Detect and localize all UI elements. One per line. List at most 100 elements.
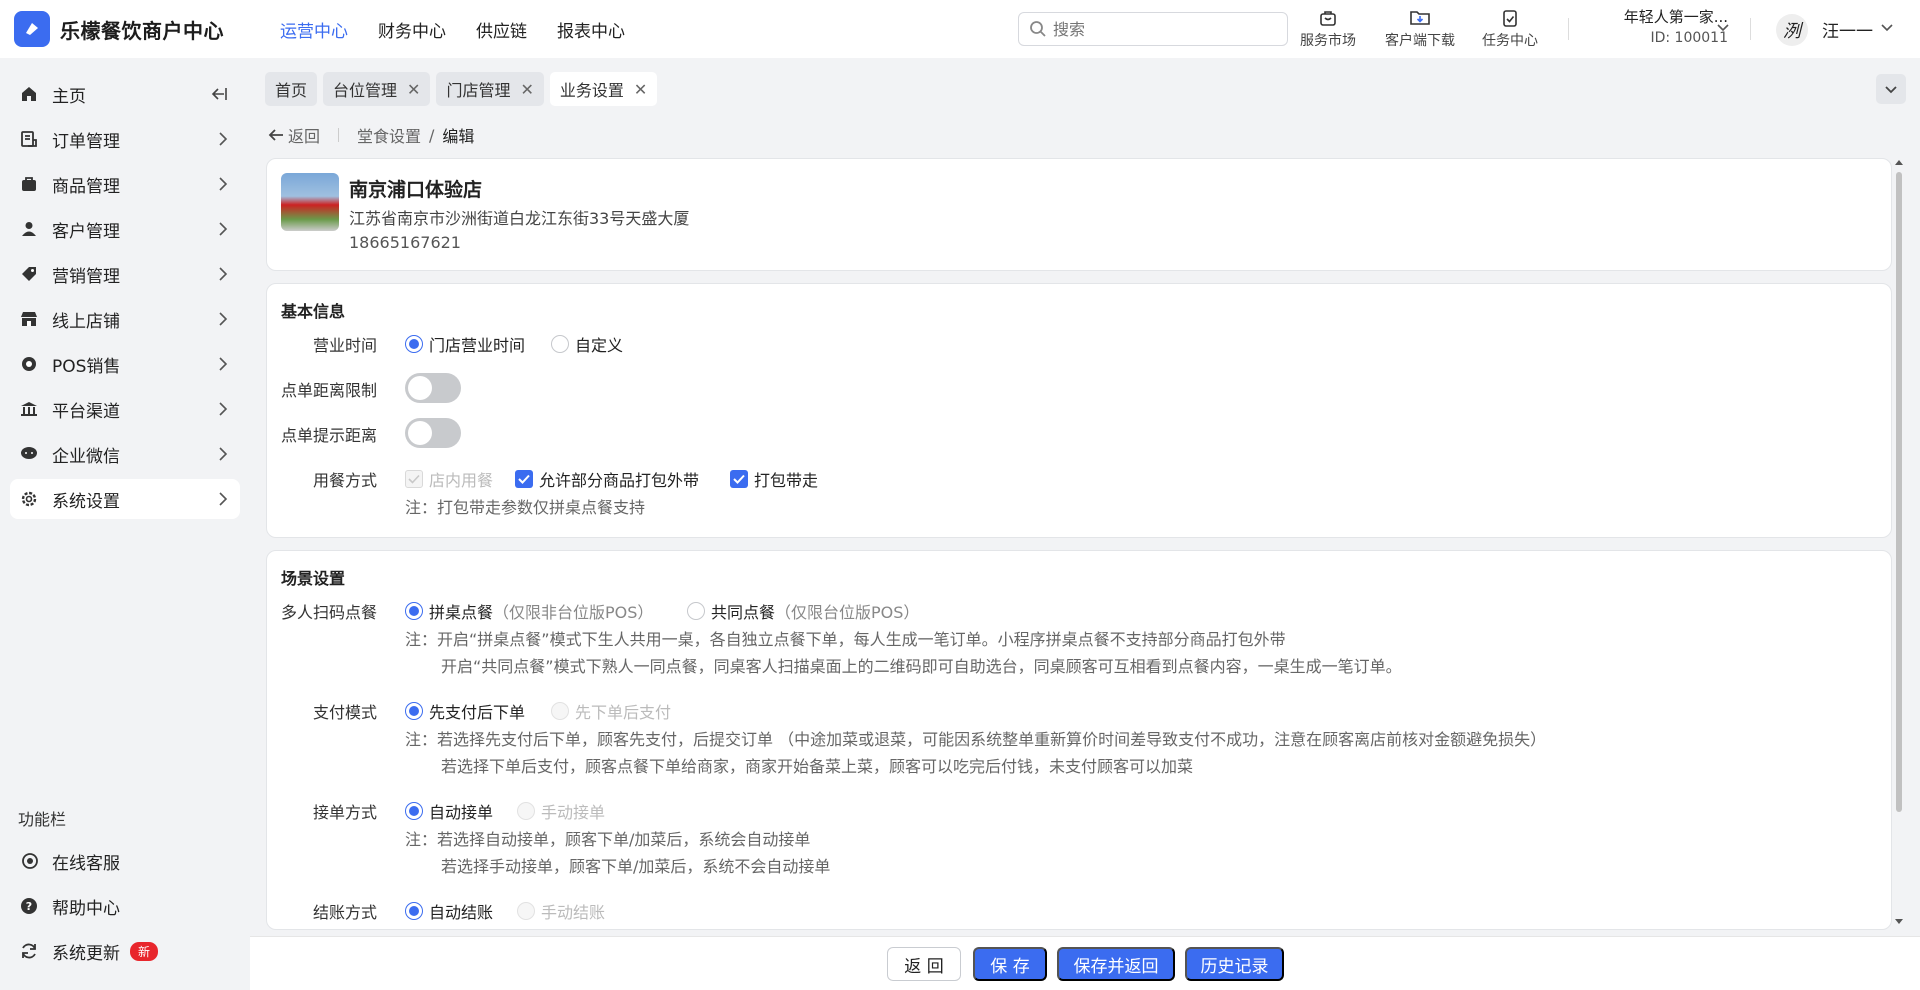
topnav-operations[interactable]: 运营中心 [280,17,348,42]
sidebar-item-marketing[interactable]: 营销管理 [10,254,240,294]
sidebar-item-pos[interactable]: POS销售 [10,344,240,384]
chevron-down-icon [1885,86,1897,94]
user-icon [20,220,42,238]
sidebar-item-customers[interactable]: 客户管理 [10,209,240,249]
tab-store-management[interactable]: 门店管理 ✕ [436,72,544,106]
breadcrumb-parent[interactable]: 堂食设置 [357,123,421,147]
home-icon [20,85,42,103]
hours-store-radio[interactable]: 门店营业时间 [405,332,525,356]
takeaway-checkbox[interactable]: 打包带走 [730,467,818,491]
dining-note: 注：打包带走参数仅拼桌点餐支持 [405,498,646,517]
sidebar-item-help[interactable]: ? 帮助中心 [10,886,240,926]
function-bar-title: 功能栏 [18,810,67,829]
dine-in-checkbox[interactable]: 店内用餐 [405,467,493,491]
group-order-radio[interactable]: 共同点餐 （仅限台位版POS） [687,599,919,623]
close-icon[interactable]: ✕ [634,80,647,99]
tab-table-management[interactable]: 台位管理 ✕ [323,72,431,106]
chevron-right-icon [219,357,228,371]
account-id: ID: 100011 [1650,30,1728,46]
logo-icon [14,11,50,47]
sidebar-item-orders[interactable]: 订单管理 [10,119,240,159]
basic-info-card: 基本信息 营业时间 门店营业时间 自定义 点单距离限制 点单提示距离 用餐方式 … [266,283,1892,538]
account-name: 年轻人第一家... [1623,8,1728,26]
manual-checkout-radio[interactable]: 手动结账 [517,899,605,923]
search-input[interactable] [1053,19,1273,39]
shared-table-radio[interactable]: 拼桌点餐 （仅限非台位版POS） [405,599,653,623]
sidebar-item-settings[interactable]: 系统设置 [10,479,240,519]
tag-icon [20,265,42,283]
scene-settings-card: 场景设置 多人扫码点餐 拼桌点餐 （仅限非台位版POS） 共同点餐 （仅限台位版PO… [266,550,1892,930]
chat-icon [20,445,42,463]
auto-accept-radio[interactable]: 自动接单 [405,799,493,823]
account-switcher[interactable]: 年轻人第一家... ID: 100011 [1588,6,1728,46]
store-card: 南京浦口体验店 江苏省南京市沙洲街道白龙江东街33号天盛大厦 186651676… [266,158,1892,271]
history-button[interactable]: 历史记录 [1185,947,1284,981]
back-button[interactable]: 返 回 [887,947,961,981]
order-first-radio[interactable]: 先下单后支付 [551,699,671,723]
client-download-button[interactable]: 客户端下载 [1385,8,1455,50]
partial-takeaway-checkbox[interactable]: 允许部分商品打包外带 [515,467,699,491]
multi-scan-label: 多人扫码点餐 [280,603,377,622]
topnav-finance[interactable]: 财务中心 [378,17,446,42]
section-title: 基本信息 [281,302,346,321]
store-name: 南京浦口体验店 [349,179,483,201]
store-icon [20,310,42,328]
sidebar-item-online-service[interactable]: 在线客服 [10,841,240,881]
tabs-more-button[interactable] [1876,74,1906,104]
topnav-supply[interactable]: 供应链 [476,17,527,42]
sidebar-item-home[interactable]: 主页 [10,74,240,114]
distance-hint-toggle[interactable] [405,418,461,448]
close-icon[interactable]: ✕ [407,80,420,99]
refresh-icon [20,942,42,960]
headset-icon [20,852,42,870]
payment-mode-label: 支付模式 [312,703,377,722]
save-and-back-button[interactable]: 保存并返回 [1057,947,1175,981]
accept-mode-label: 接单方式 [312,803,377,822]
search-icon [1030,21,1046,37]
chevron-right-icon [219,402,228,416]
section-title: 场景设置 [281,569,346,588]
manual-accept-radio[interactable]: 手动接单 [517,799,605,823]
save-button[interactable]: 保 存 [973,947,1047,981]
sidebar-item-goods[interactable]: 商品管理 [10,164,240,204]
sidebar-item-online-store[interactable]: 线上店铺 [10,299,240,339]
chevron-right-icon [219,132,228,146]
order-icon [20,130,42,148]
sidebar-item-wecom[interactable]: 企业微信 [10,434,240,474]
download-folder-icon [1410,11,1430,25]
tab-home[interactable]: 首页 [265,72,318,106]
scrollbar-thumb[interactable] [1896,172,1902,812]
auto-checkout-radio[interactable]: 自动结账 [405,899,493,923]
content-scrollbar[interactable] [1895,158,1903,928]
distance-limit-label: 点单距离限制 [280,381,377,400]
collapse-sidebar-icon[interactable] [210,87,228,101]
service-market-button[interactable]: 服务市场 [1300,8,1356,50]
tab-business-settings[interactable]: 业务设置 ✕ [549,72,658,106]
checkout-mode-label: 结账方式 [312,903,377,922]
user-name[interactable]: 汪一一 [1822,17,1873,42]
chevron-down-icon[interactable] [1716,20,1730,34]
close-icon[interactable]: ✕ [520,80,533,99]
back-link[interactable]: 返回 [268,123,320,147]
topnav-reports[interactable]: 报表中心 [557,17,625,42]
breadcrumb-divider [338,128,340,142]
scroll-up-icon[interactable] [1895,158,1903,166]
hours-label: 营业时间 [312,336,377,355]
chevron-right-icon [219,177,228,191]
chevron-down-icon[interactable] [1880,20,1894,34]
avatar[interactable]: 洌 [1776,14,1808,46]
pay-first-radio[interactable]: 先支付后下单 [405,699,525,723]
page-tabs: 首页 台位管理 ✕ 门店管理 ✕ 业务设置 ✕ [265,72,658,106]
hours-custom-radio[interactable]: 自定义 [551,332,623,356]
task-center-button[interactable]: 任务中心 [1482,8,1538,50]
search-box[interactable] [1018,12,1288,46]
top-divider [1568,18,1569,40]
brand-name: 乐檬餐饮商户中心 [60,18,224,43]
store-address: 江苏省南京市沙洲街道白龙江东街33号天盛大厦 [349,209,690,228]
scroll-down-icon[interactable] [1895,918,1903,926]
arrow-left-icon [268,129,283,141]
sidebar-item-update[interactable]: 系统更新 新 [10,931,240,971]
distance-limit-toggle[interactable] [405,373,461,403]
bank-icon [20,400,42,418]
sidebar-item-channels[interactable]: 平台渠道 [10,389,240,429]
